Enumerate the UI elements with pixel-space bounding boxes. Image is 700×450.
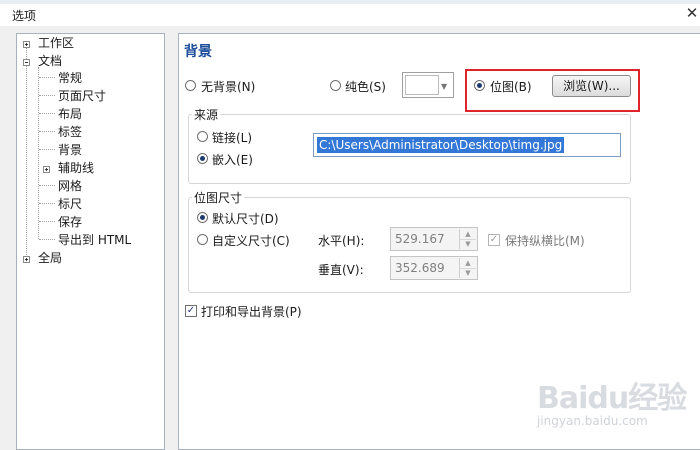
tree-connector <box>39 221 55 222</box>
tree-item-grid[interactable]: 网格 <box>58 179 82 193</box>
expand-icon[interactable] <box>23 256 30 263</box>
stepper-buttons: ▲ ▼ <box>459 229 476 249</box>
bitmap-radio[interactable] <box>474 80 485 91</box>
tree-item-workspace[interactable]: 工作区 <box>38 36 74 50</box>
source-group-title: 来源 <box>192 106 221 123</box>
tree-connector <box>39 185 55 186</box>
bitmap-size-group-title: 位图尺寸 <box>192 189 245 206</box>
print-export-label[interactable]: 打印和导出背景(P) <box>201 303 302 320</box>
tree-connector <box>39 239 55 240</box>
color-picker[interactable]: ▼ <box>402 72 454 98</box>
custom-size-radio[interactable] <box>197 234 208 245</box>
expand-icon[interactable] <box>43 166 50 173</box>
baidu-watermark-logo: Baidu经验 <box>537 381 687 416</box>
tree-item-export-html[interactable]: 导出到 HTML <box>58 233 131 247</box>
tree-item-background[interactable]: 背景 <box>58 143 82 157</box>
default-size-radio[interactable] <box>197 212 208 223</box>
close-icon[interactable]: ✕ <box>684 4 700 22</box>
tree-item-labels[interactable]: 标签 <box>58 125 82 139</box>
tree-connector <box>39 131 55 132</box>
browse-button[interactable]: 浏览(W)... <box>552 75 631 97</box>
expand-icon[interactable] <box>23 41 30 48</box>
tree-item-rulers[interactable]: 标尺 <box>58 197 82 211</box>
tree-item-save[interactable]: 保存 <box>58 215 82 229</box>
horizontal-stepper[interactable]: 529.167 ▲ ▼ <box>390 227 478 251</box>
horizontal-label: 水平(H): <box>318 234 365 248</box>
stepper-buttons: ▲ ▼ <box>459 258 476 278</box>
color-swatch-preview <box>405 75 439 95</box>
bitmap-label[interactable]: 位图(B) <box>490 78 532 95</box>
tree-connector <box>39 149 55 150</box>
tree-connector <box>39 77 55 78</box>
link-radio[interactable] <box>197 131 208 142</box>
window-title: 选项 <box>12 9 37 23</box>
vertical-value: 352.689 <box>395 261 445 275</box>
tree-connector <box>39 95 55 96</box>
tree-connector <box>26 47 27 261</box>
options-tree[interactable]: 工作区 文档 常规 页面尺寸 布局 标签 背景 辅助线 网格 标尺 保存 导出到… <box>16 33 165 450</box>
tree-item-document[interactable]: 文档 <box>38 54 62 68</box>
horizontal-value: 529.167 <box>395 232 445 246</box>
vertical-stepper[interactable]: 352.689 ▲ ▼ <box>390 256 478 280</box>
solid-color-radio[interactable] <box>330 80 341 91</box>
page-title: 背景 <box>184 44 212 60</box>
keep-aspect-ratio-checkbox[interactable]: ✓ <box>488 234 500 246</box>
tree-item-layout[interactable]: 布局 <box>58 107 82 121</box>
collapse-icon[interactable] <box>23 59 30 66</box>
vertical-label: 垂直(V): <box>318 263 364 277</box>
no-background-radio[interactable] <box>185 80 196 91</box>
embed-radio[interactable] <box>197 153 208 164</box>
tree-item-page-size[interactable]: 页面尺寸 <box>58 89 106 103</box>
embed-label[interactable]: 嵌入(E) <box>212 151 253 168</box>
tree-item-general[interactable]: 常规 <box>58 71 82 85</box>
tree-item-global[interactable]: 全局 <box>38 251 62 265</box>
chevron-down-icon: ▼ <box>441 82 448 91</box>
custom-size-label[interactable]: 自定义尺寸(C) <box>212 232 290 249</box>
title-bar <box>0 4 700 26</box>
default-size-label[interactable]: 默认尺寸(D) <box>212 210 279 227</box>
keep-aspect-ratio-label[interactable]: 保持纵横比(M) <box>505 232 585 249</box>
tree-connector <box>39 203 55 204</box>
chevron-down-icon[interactable]: ▼ <box>460 268 476 278</box>
print-export-checkbox[interactable]: ✓ <box>185 305 197 317</box>
chevron-down-icon[interactable]: ▼ <box>460 239 476 249</box>
tree-item-guidelines[interactable]: 辅助线 <box>58 161 94 175</box>
tree-connector <box>38 67 39 239</box>
no-background-label[interactable]: 无背景(N) <box>201 78 255 95</box>
tree-connector <box>39 113 55 114</box>
file-path-input[interactable]: C:\Users\Administrator\Desktop\timg.jpg <box>313 133 621 157</box>
link-label[interactable]: 链接(L) <box>212 129 252 146</box>
file-path-value: C:\Users\Administrator\Desktop\timg.jpg <box>317 137 565 153</box>
baidu-watermark-url: jingyan.baidu.com <box>537 414 648 428</box>
solid-color-label[interactable]: 纯色(S) <box>345 78 386 95</box>
